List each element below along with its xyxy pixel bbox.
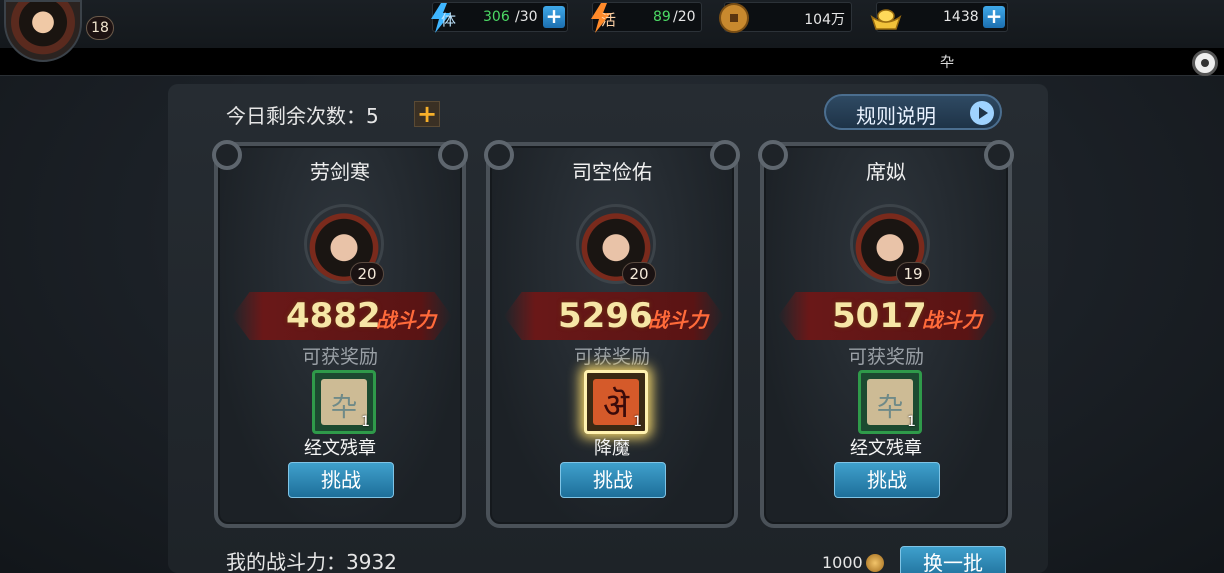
my-power: 我的战斗力：3932 bbox=[226, 550, 397, 573]
stamina-icon-char: 体 bbox=[441, 11, 457, 29]
add-stamina-button[interactable]: + bbox=[543, 6, 565, 28]
vigor-max: /20 bbox=[673, 9, 696, 25]
ingots-resource: 1438 + bbox=[870, 2, 1008, 32]
vigor-resource: 活 89 /20 bbox=[591, 2, 702, 33]
opponent-power: 4882 bbox=[286, 296, 381, 336]
vigor-value: 89 bbox=[653, 9, 671, 25]
stamina-resource: 体 306 /30 + bbox=[431, 2, 568, 33]
remaining-attempts: 今日剩余次数：5 bbox=[226, 104, 379, 128]
marquee-text: 卆 bbox=[940, 55, 954, 71]
opponent-level: 20 bbox=[350, 262, 384, 286]
reward-item-name: 降魔 bbox=[594, 438, 630, 459]
rules-button-label: 规则说明 bbox=[856, 104, 936, 128]
coin-icon bbox=[719, 3, 749, 33]
reward-item-slot[interactable]: 卆 1 bbox=[312, 370, 376, 434]
rules-button[interactable]: 规则说明 bbox=[824, 94, 1002, 130]
opponent-power: 5017 bbox=[832, 296, 927, 336]
opponent-card: 劳剑寒 20 4882 战斗力 可获奖励 卆 1 经文残章 挑战 bbox=[212, 140, 468, 528]
opponent-card: 司空俭佑 20 5296 战斗力 可获奖励 ऄ 1 降魔 挑战 bbox=[484, 140, 740, 528]
stamina-max: /30 bbox=[515, 9, 538, 25]
announcement-marquee: 卆 bbox=[0, 48, 1224, 76]
opponent-power: 5296 bbox=[558, 296, 653, 336]
player-level-badge: 18 bbox=[86, 16, 114, 40]
opponent-name: 席姒 bbox=[866, 160, 906, 184]
power-label: 战斗力 bbox=[922, 308, 982, 332]
opponent-name: 劳剑寒 bbox=[310, 160, 370, 184]
reward-item-slot[interactable]: ऄ 1 bbox=[584, 370, 648, 434]
menu-toggle-button[interactable] bbox=[1192, 50, 1218, 76]
add-attempts-button[interactable]: + bbox=[414, 101, 440, 127]
power-label: 战斗力 bbox=[376, 308, 436, 332]
refresh-batch-button[interactable]: 换一批 bbox=[900, 546, 1006, 573]
player-avatar-area[interactable]: 18 bbox=[0, 0, 120, 66]
opponent-card: 席姒 19 5017 战斗力 可获奖励 卆 1 经文残章 挑战 bbox=[758, 140, 1014, 528]
coin-icon bbox=[866, 554, 884, 572]
reward-quantity: 1 bbox=[907, 414, 916, 430]
player-avatar[interactable] bbox=[4, 0, 82, 62]
reward-item-name: 经文残章 bbox=[850, 438, 922, 459]
challenge-button[interactable]: 挑战 bbox=[288, 462, 394, 498]
stamina-value: 306 bbox=[483, 9, 510, 25]
reward-quantity: 1 bbox=[633, 414, 642, 430]
gold-ingot-icon bbox=[870, 9, 902, 30]
reward-quantity: 1 bbox=[361, 414, 370, 430]
ingots-value: 1438 bbox=[943, 9, 979, 25]
challenge-button[interactable]: 挑战 bbox=[560, 462, 666, 498]
reward-caption: 可获奖励 bbox=[573, 346, 650, 368]
opponent-level: 19 bbox=[896, 262, 930, 286]
challenge-button[interactable]: 挑战 bbox=[834, 462, 940, 498]
refresh-cost: 1000 bbox=[822, 553, 863, 572]
reward-item-name: 经文残章 bbox=[304, 438, 376, 459]
power-label: 战斗力 bbox=[648, 308, 708, 332]
reward-caption: 可获奖励 bbox=[847, 346, 924, 368]
play-arrow-icon bbox=[970, 101, 994, 125]
opponent-name: 司空俭佑 bbox=[572, 160, 652, 184]
reward-caption: 可获奖励 bbox=[301, 346, 378, 368]
opponent-level: 20 bbox=[622, 262, 656, 286]
coins-resource: 104万 bbox=[719, 2, 852, 33]
reward-item-slot[interactable]: 卆 1 bbox=[858, 370, 922, 434]
add-ingots-button[interactable]: + bbox=[983, 6, 1005, 28]
vigor-icon-char: 活 bbox=[601, 11, 617, 29]
coins-value: 104万 bbox=[804, 12, 845, 28]
